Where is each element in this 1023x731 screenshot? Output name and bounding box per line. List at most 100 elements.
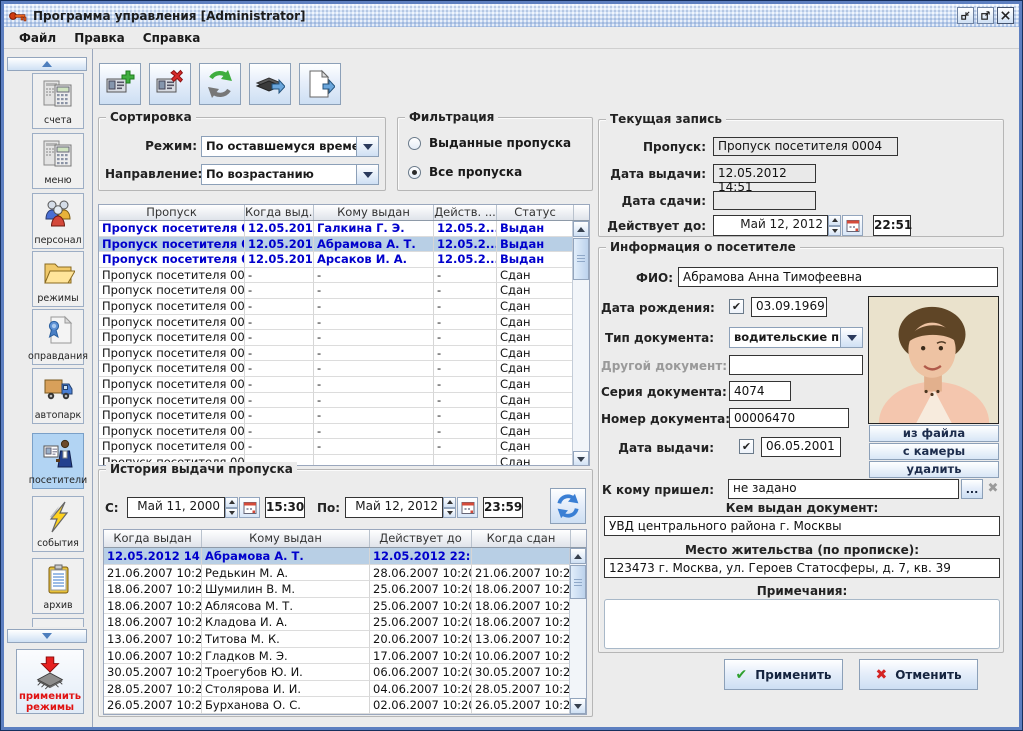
history-row[interactable]: 12.05.2012 14:51Абрамова А. Т.12.05.2012… (104, 548, 586, 565)
sort-mode-select[interactable]: По оставшемуся времени (201, 136, 379, 157)
sort-direction-select[interactable]: По возрастанию (201, 164, 379, 185)
valid-until-date-spinner[interactable]: Май 12, 2012 (713, 215, 863, 236)
pass-row[interactable]: Пропуск посетителя 0003---Сдан (99, 283, 589, 299)
sidebar-item-modes[interactable]: режимы (32, 251, 84, 307)
titlebar[interactable]: Программа управления [Administrator] (4, 4, 1019, 27)
calendar-icon[interactable] (842, 215, 863, 236)
pass-row[interactable]: Пропуск посетителя 0009---Сдан (99, 361, 589, 377)
calendar-icon[interactable] (239, 497, 260, 518)
history-refresh-button[interactable] (550, 488, 586, 524)
column-header[interactable]: Кому выдан (314, 205, 434, 220)
chevron-down-icon[interactable] (356, 137, 378, 156)
pass-row[interactable]: Пропуск посетителя 000412.05.2012Абрамов… (99, 237, 589, 253)
sidebar-item-personnel[interactable]: персонал (32, 193, 84, 249)
spinner-arrows[interactable] (443, 497, 456, 518)
visit-to-field[interactable]: не задано (728, 479, 959, 499)
pass-delete-button[interactable] (149, 63, 191, 105)
history-row[interactable]: 10.06.2007 10:20Гладков М. Э.17.06.2007 … (104, 648, 586, 665)
sidebar-item-menu[interactable]: меню (32, 133, 84, 189)
scroll-down-button[interactable] (573, 451, 589, 466)
scrollbar-thumb[interactable] (570, 565, 586, 599)
column-header[interactable]: Пропуск (99, 205, 245, 220)
pass-row[interactable]: Пропуск посетителя 0013---Сдан (99, 424, 589, 440)
export-button[interactable] (249, 63, 291, 105)
scroll-up-button[interactable] (570, 548, 586, 564)
chevron-down-icon[interactable] (356, 165, 378, 184)
sidebar-item-accounts[interactable]: счета (32, 73, 84, 129)
column-header[interactable]: Когда выдан (104, 530, 202, 547)
history-row[interactable]: 18.06.2007 10:20Кладова И. А.25.06.2007 … (104, 614, 586, 631)
pass-row[interactable]: Пропуск посетителя 0002---Сдан (99, 268, 589, 284)
spinner-arrows[interactable] (225, 497, 238, 518)
doc-type-select[interactable]: водительские пр... (729, 327, 863, 348)
sidebar-item-visitors[interactable]: посетители (32, 433, 84, 489)
other-doc-field[interactable] (729, 355, 863, 375)
visit-to-browse-button[interactable]: ... (961, 479, 983, 499)
column-header[interactable]: Действ. ... (434, 205, 497, 220)
pass-row[interactable]: Пропуск посетителя 0006---Сдан (99, 315, 589, 331)
doc-issue-field[interactable]: 06.05.2001 (761, 437, 841, 457)
sidebar-item-clipped[interactable] (32, 618, 84, 627)
doc-number-field[interactable] (729, 408, 849, 428)
cancel-button[interactable]: ✖ Отменить (859, 659, 978, 690)
filter-issued-passes-radio[interactable] (408, 137, 421, 150)
photo-from-camera-button[interactable]: с камеры (869, 443, 999, 460)
doc-issuer-field[interactable] (604, 516, 1000, 536)
scrollbar-thumb[interactable] (573, 238, 589, 280)
pass-row[interactable]: Пропуск посетителя 001512.05.2012Арсаков… (99, 252, 589, 268)
history-row[interactable]: 18.06.2007 10:20Шумилин В. М.25.06.2007 … (104, 581, 586, 598)
photo-delete-button[interactable]: удалить (869, 461, 999, 478)
pass-row[interactable]: Пропуск посетителя 0007---Сдан (99, 330, 589, 346)
doc-series-field[interactable] (729, 381, 791, 401)
history-row[interactable]: 26.05.2007 10:20Бурханова О. С.02.06.200… (104, 697, 586, 714)
menu-file[interactable]: Файл (10, 29, 65, 47)
scroll-up-button[interactable] (573, 221, 589, 237)
history-table-scrollbar[interactable] (569, 548, 586, 714)
pass-row[interactable]: Пропуск посетителя 0014---Сдан (99, 439, 589, 455)
column-header[interactable]: Когда сдан (472, 530, 571, 547)
history-row[interactable]: 30.05.2007 10:20Троегубов Ю. И.06.06.200… (104, 664, 586, 681)
pass-row[interactable]: Пропуск посетителя 0011---Сдан (99, 393, 589, 409)
fio-field[interactable] (678, 267, 998, 287)
history-from-time[interactable]: 15:30 (265, 497, 305, 518)
history-from-date-spinner[interactable]: Май 11, 2000 (127, 497, 260, 518)
history-row[interactable]: 18.06.2007 10:20Аблясова М. Т.25.06.2007… (104, 598, 586, 615)
photo-from-file-button[interactable]: из файла (869, 425, 999, 442)
column-header[interactable]: Кому выдан (202, 530, 370, 547)
apply-modes-button[interactable]: применить режимы (16, 649, 84, 714)
maximize-button[interactable] (977, 7, 994, 24)
sidebar-item-fleet[interactable]: автопарк (32, 368, 84, 424)
pass-row[interactable]: Пропуск посетителя 0008---Сдан (99, 346, 589, 362)
history-to-date-spinner[interactable]: Май 12, 2012 (345, 497, 478, 518)
column-header[interactable]: Статус (497, 205, 574, 220)
birth-date-checkbox[interactable]: ✔ (729, 299, 744, 314)
pass-row[interactable]: Пропуск посетителя 0012---Сдан (99, 408, 589, 424)
menu-edit[interactable]: Правка (65, 29, 134, 47)
refresh-button[interactable] (199, 63, 241, 105)
sidebar-scroll-up-button[interactable] (7, 57, 87, 71)
doc-issue-checkbox[interactable]: ✔ (739, 439, 754, 454)
history-to-time[interactable]: 23:59 (483, 497, 523, 518)
spinner-arrows[interactable] (828, 215, 841, 236)
sidebar-item-justifications[interactable]: оправдания (32, 309, 84, 365)
calendar-icon[interactable] (457, 497, 478, 518)
history-row[interactable]: 13.06.2007 10:20Титова М. К.20.06.2007 1… (104, 631, 586, 648)
history-row[interactable]: 28.05.2007 10:20Столярова И. И.04.06.200… (104, 681, 586, 698)
history-row[interactable]: 21.06.2007 10:20Редькин М. А.28.06.2007 … (104, 565, 586, 582)
close-button[interactable] (997, 7, 1014, 24)
sidebar-scroll-down-button[interactable] (7, 629, 87, 643)
sidebar-item-events[interactable]: события (32, 496, 84, 552)
chevron-down-icon[interactable] (840, 328, 862, 347)
report-button[interactable] (299, 63, 341, 105)
notes-field[interactable] (604, 599, 1000, 649)
apply-button[interactable]: ✔ Применить (724, 659, 843, 690)
pass-row[interactable]: Пропуск посетителя 0010---Сдан (99, 377, 589, 393)
minimize-button[interactable] (957, 7, 974, 24)
passes-table-scrollbar[interactable] (572, 221, 589, 466)
column-header[interactable]: Действует до (370, 530, 472, 547)
menu-help[interactable]: Справка (134, 29, 210, 47)
pass-add-button[interactable] (99, 63, 141, 105)
scroll-down-button[interactable] (570, 698, 586, 714)
visit-to-clear-button[interactable]: ✖ (985, 479, 1001, 498)
valid-until-time[interactable]: 22:51 (873, 215, 911, 236)
